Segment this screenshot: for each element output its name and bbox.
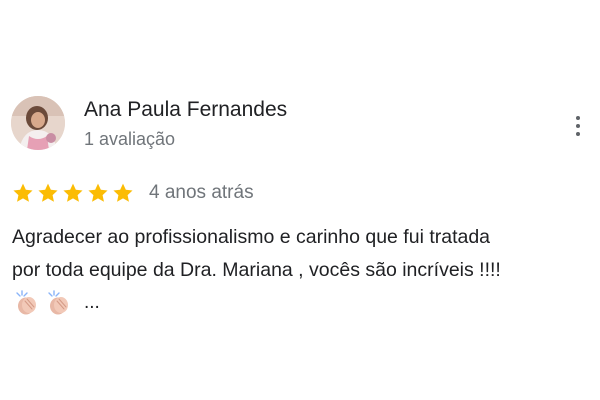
review-count: 1 avaliação [84, 129, 176, 149]
review-text-line: Agradecer ao profissionalismo e carinho … [12, 226, 491, 248]
rating-row: 4 anos atrás [12, 180, 254, 206]
star-icon [88, 183, 108, 202]
star-icon [38, 183, 58, 202]
avatar[interactable] [11, 96, 65, 150]
more-vert-icon [576, 116, 580, 120]
reviewer-photo [11, 96, 65, 150]
clapping-hands-icon [48, 290, 68, 315]
more-vert-icon-dot [576, 124, 580, 128]
star-icon [113, 183, 133, 202]
star-icon [63, 183, 83, 202]
review-text-line: por toda equipe da Dra. Mariana , vocês … [12, 259, 501, 281]
review-text: Agradecer ao profissionalismo e carinho … [12, 221, 592, 287]
star-icon [13, 183, 33, 202]
read-more-link[interactable]: ... [84, 292, 100, 314]
more-vert-icon-dot [576, 132, 580, 136]
review-card: Ana Paula Fernandes 1 avaliação 4 anos a… [0, 0, 600, 400]
review-date: 4 anos atrás [149, 182, 254, 203]
clapping-hands-icon [16, 290, 36, 315]
more-options-button[interactable] [566, 112, 590, 140]
emoji-line: ... [14, 290, 100, 316]
reviewer-name[interactable]: Ana Paula Fernandes [84, 97, 287, 123]
